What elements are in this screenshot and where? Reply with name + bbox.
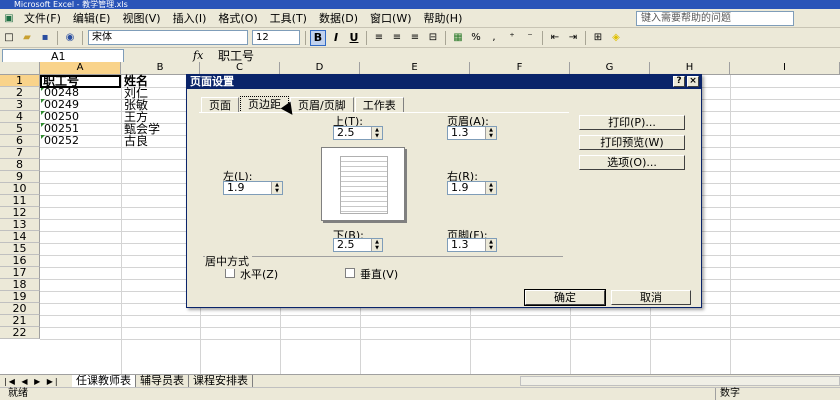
page-setup-dialog: 页面设置 ? × 页面 页边距 页眉/页脚 工作表 上(T): 2.5 ▲ ▼ 页… (186, 74, 702, 308)
toolbar-separator (445, 30, 446, 45)
menu-view[interactable]: 视图(V) (116, 10, 166, 26)
merge-center-icon[interactable]: ⊟ (426, 31, 440, 45)
tab-panel-edge (199, 112, 569, 113)
sheet-tab-schedule[interactable]: 课程安排表 (189, 374, 253, 388)
decrease-decimal-icon[interactable]: ⁻ (523, 31, 537, 45)
status-bar: 就绪 数字 (0, 387, 840, 400)
footer-margin-value: 1.3 (451, 238, 469, 251)
dialog-help-button[interactable]: ? (673, 76, 685, 87)
open-icon[interactable]: ▰ (20, 31, 34, 45)
top-margin-value: 2.5 (337, 126, 355, 139)
cell-a6[interactable]: 00252 (40, 135, 121, 147)
window-title: Microsoft Excel - 教学管理.xls (0, 0, 840, 9)
header-margin-input[interactable]: 1.3 ▲ ▼ (447, 126, 497, 140)
toolbar: □ ▰ ▪ ◉ 宋体 12 B I U ≡ ≡ ≡ ⊟ ▦ % , ⁺ ⁻ ⇤ … (0, 28, 840, 48)
help-icon[interactable]: ◉ (63, 31, 77, 45)
font-name-select[interactable]: 宋体 (88, 30, 248, 45)
increase-decimal-icon[interactable]: ⁺ (505, 31, 519, 45)
menu-tools[interactable]: 工具(T) (264, 10, 313, 26)
menu-format[interactable]: 格式(O) (212, 10, 263, 26)
toolbar-separator (305, 30, 306, 45)
cancel-button[interactable]: 取消 (611, 290, 691, 305)
toolbar-separator (366, 30, 367, 45)
spinner-arrows-icon[interactable]: ▲ ▼ (485, 239, 496, 251)
left-margin-value: 1.9 (227, 181, 245, 194)
right-margin-input[interactable]: 1.9 ▲ ▼ (447, 181, 497, 195)
header-margin-value: 1.3 (451, 126, 469, 139)
grid-line (40, 327, 840, 328)
grid-line (730, 75, 731, 374)
menu-window[interactable]: 窗口(W) (364, 10, 417, 26)
italic-button[interactable]: I (328, 30, 344, 46)
dialog-title-bar[interactable]: 页面设置 ? × (187, 75, 701, 89)
currency-icon[interactable]: ▦ (451, 31, 465, 45)
center-horizontal-checkbox[interactable] (225, 268, 235, 278)
status-ready: 就绪 (8, 388, 28, 399)
status-num-lock: 数字 (715, 388, 740, 400)
increase-indent-icon[interactable]: ⇥ (566, 31, 580, 45)
menu-file[interactable]: 文件(F) (18, 10, 67, 26)
footer-margin-input[interactable]: 1.3 ▲ ▼ (447, 238, 497, 252)
active-cell-border (40, 75, 121, 88)
align-center-icon[interactable]: ≡ (390, 31, 404, 45)
dialog-tabs: 页面 页边距 页眉/页脚 工作表 (201, 96, 405, 113)
left-margin-input[interactable]: 1.9 ▲ ▼ (223, 181, 283, 195)
menu-help[interactable]: 帮助(H) (418, 10, 469, 26)
sheet-nav-arrows-icon[interactable]: |◀ ◀ ▶ ▶| (0, 377, 72, 386)
excel-icon: ▣ (4, 12, 14, 24)
right-margin-value: 1.9 (451, 181, 469, 194)
toolbar-separator (57, 30, 58, 45)
percent-button[interactable]: % (469, 31, 483, 45)
help-search-input[interactable]: 键入需要帮助的问题 (636, 11, 794, 26)
ok-button[interactable]: 确定 (524, 289, 606, 306)
grid-line (40, 315, 840, 316)
column-header-i[interactable]: I (730, 62, 840, 75)
font-size-select[interactable]: 12 (252, 30, 300, 45)
top-margin-input[interactable]: 2.5 ▲ ▼ (333, 126, 383, 140)
options-button[interactable]: 选项(O)... (579, 155, 685, 170)
align-left-icon[interactable]: ≡ (372, 31, 386, 45)
row-header[interactable]: 22 (0, 327, 40, 339)
spinner-arrows-icon[interactable]: ▲ ▼ (485, 127, 496, 139)
sheet-tab-teachers[interactable]: 任课教师表 (72, 374, 136, 388)
borders-icon[interactable]: ⊞ (591, 31, 605, 45)
comma-button[interactable]: , (487, 31, 501, 45)
grid-line (40, 339, 840, 340)
bottom-margin-input[interactable]: 2.5 ▲ ▼ (333, 238, 383, 252)
center-vertical-checkbox[interactable] (345, 268, 355, 278)
toolbar-separator (542, 30, 543, 45)
tab-header-footer[interactable]: 页眉/页脚 (290, 97, 354, 113)
center-vertical-label[interactable]: 垂直(V) (360, 266, 398, 282)
print-preview-button[interactable]: 打印预览(W) (579, 135, 685, 150)
bottom-margin-value: 2.5 (337, 238, 355, 251)
dialog-title: 页面设置 (190, 75, 234, 88)
horizontal-scrollbar[interactable] (520, 376, 840, 386)
spinner-arrows-icon[interactable]: ▲ ▼ (485, 182, 496, 194)
spinner-arrows-icon[interactable]: ▲ ▼ (271, 182, 282, 194)
margin-preview (321, 147, 405, 221)
center-section-divider (203, 256, 563, 257)
menu-data[interactable]: 数据(D) (313, 10, 364, 26)
underline-button[interactable]: U (346, 30, 362, 46)
preview-page-lines (340, 156, 388, 214)
sheet-tab-counselors[interactable]: 辅导员表 (136, 374, 189, 388)
spinner-arrows-icon[interactable]: ▲ ▼ (371, 127, 382, 139)
spinner-arrows-icon[interactable]: ▲ ▼ (371, 239, 382, 251)
menu-insert[interactable]: 插入(I) (167, 10, 213, 26)
print-button[interactable]: 打印(P)... (579, 115, 685, 130)
bold-button[interactable]: B (310, 29, 326, 46)
decrease-indent-icon[interactable]: ⇤ (548, 31, 562, 45)
tab-sheet[interactable]: 工作表 (354, 97, 404, 113)
fill-color-icon[interactable]: ◈ (609, 31, 623, 45)
new-icon[interactable]: □ (2, 31, 16, 45)
toolbar-separator (82, 30, 83, 45)
tab-page[interactable]: 页面 (201, 97, 239, 113)
align-right-icon[interactable]: ≡ (408, 31, 422, 45)
save-icon[interactable]: ▪ (38, 31, 52, 45)
dialog-close-button[interactable]: × (687, 76, 699, 87)
toolbar-separator (585, 30, 586, 45)
menu-edit[interactable]: 编辑(E) (67, 10, 117, 26)
fx-icon[interactable]: fx (193, 49, 203, 62)
center-section-label: 居中方式 (205, 253, 252, 269)
